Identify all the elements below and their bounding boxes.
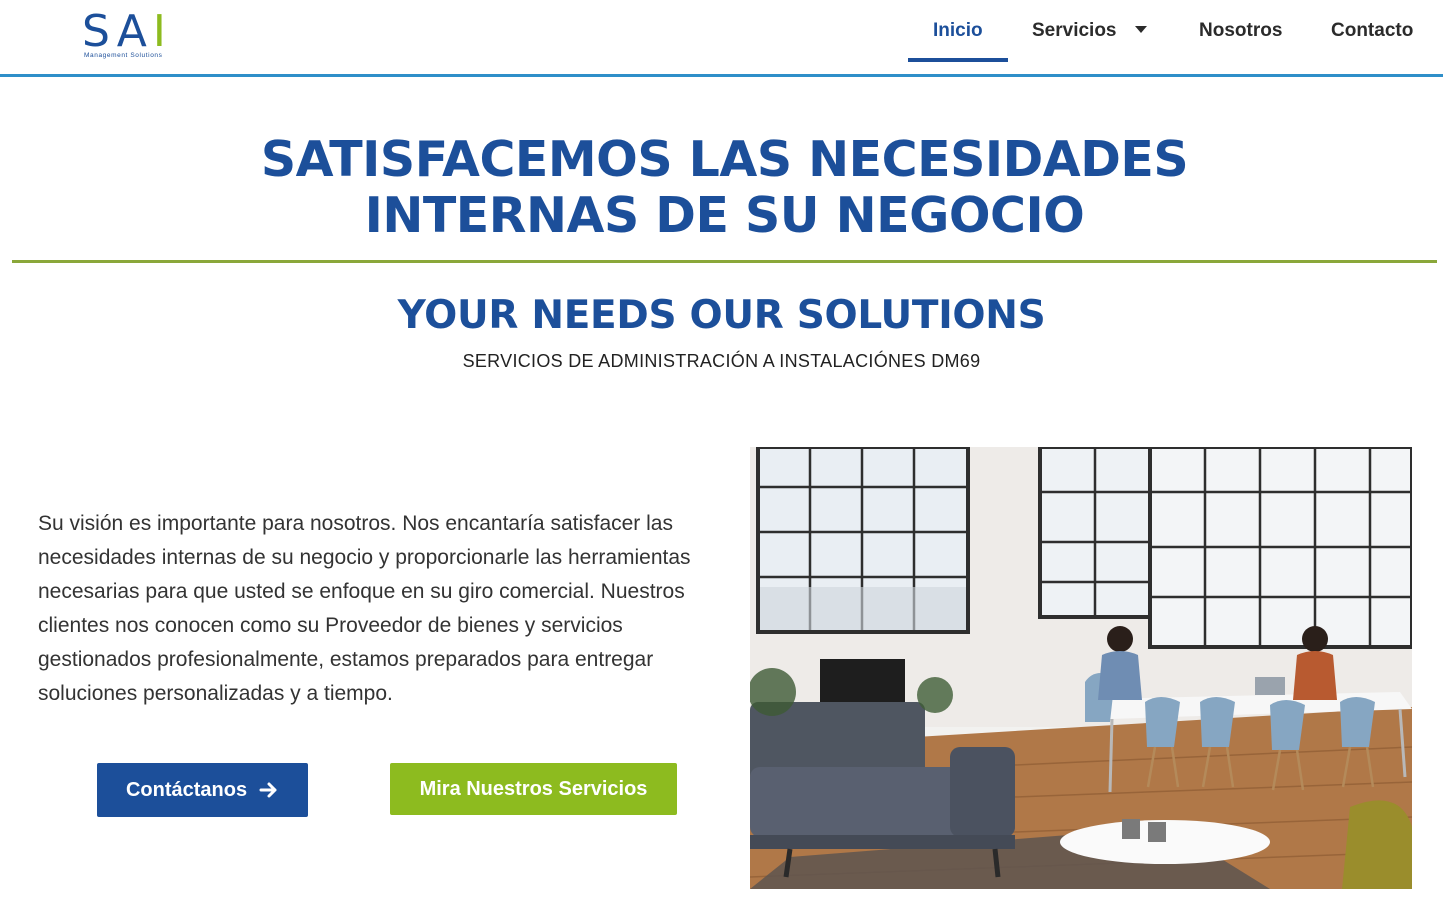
- nav-item-nosotros[interactable]: Nosotros: [1199, 20, 1282, 60]
- site-header: SAI Management Solutions Inicio Servicio…: [0, 0, 1443, 77]
- hero-title: SATISFACEMOS LAS NECESIDADES INTERNAS DE…: [12, 132, 1437, 244]
- nav-item-servicios-label: Servicios: [1032, 20, 1117, 41]
- arrow-right-icon: [259, 782, 277, 798]
- hero-divider: [12, 260, 1437, 263]
- hero-caption: SERVICIOS DE ADMINISTRACIÓN A INSTALACIÓ…: [462, 351, 981, 371]
- nav-item-inicio[interactable]: Inicio: [933, 20, 983, 60]
- view-services-button[interactable]: Mira Nuestros Servicios: [390, 763, 677, 815]
- contact-button-label: Contáctanos: [125, 778, 248, 801]
- hero-title-line1: SATISFACEMOS LAS NECESIDADES: [260, 131, 1189, 188]
- office-photo-illustration: [750, 447, 1412, 889]
- intro-paragraph: Su visión es importante para nosotros. N…: [38, 512, 691, 705]
- nav-active-indicator: [908, 58, 1008, 62]
- office-photo: [750, 447, 1412, 889]
- logo-letter-a: A: [116, 6, 153, 57]
- logo-letter-s: S: [82, 6, 117, 57]
- nav-item-contacto[interactable]: Contacto: [1331, 20, 1413, 60]
- logo-letter-i: I: [152, 6, 172, 57]
- logo-tagline: Management Solutions: [84, 52, 163, 59]
- sai-logo[interactable]: SAI Management Solutions: [82, 8, 192, 62]
- logo-letters: SAI: [82, 8, 172, 56]
- hero-subtitle: YOUR NEEDS OUR SOLUTIONS: [397, 293, 1046, 338]
- contact-button[interactable]: Contáctanos: [97, 763, 308, 817]
- hero-title-line2: INTERNAS DE SU NEGOCIO: [364, 187, 1085, 244]
- caret-down-icon[interactable]: [1134, 25, 1147, 33]
- nav-item-servicios[interactable]: Servicios: [1032, 20, 1147, 60]
